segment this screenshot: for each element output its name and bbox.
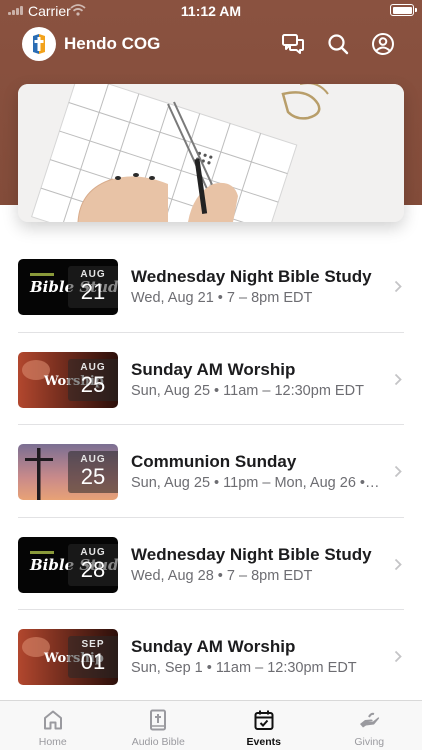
home-icon — [43, 710, 62, 730]
chevron-right-icon — [394, 373, 402, 385]
status-bar: Carrier 11:12 AM — [0, 0, 422, 22]
church-logo[interactable] — [22, 27, 56, 61]
tab-label: Events — [246, 736, 281, 748]
event-date-badge: SEP 01 — [68, 636, 118, 678]
event-datetime: Wed, Aug 28 • 7 – 8pm EDT — [131, 567, 313, 584]
event-datetime: Sun, Sep 1 • 11am – 12:30pm EDT — [131, 660, 357, 676]
event-date-badge: AUG 28 — [68, 543, 118, 586]
event-day: 01 — [80, 649, 106, 674]
event-item[interactable]: AUG 25 Communion Sunday Sun, Aug 25 • 11… — [0, 425, 422, 518]
event-title: Sunday AM Worship — [131, 637, 296, 656]
event-title: Sunday AM Worship — [131, 359, 296, 379]
event-thumbnail: Bible Study AUG 21 — [18, 259, 118, 315]
event-day: 25 — [80, 464, 106, 489]
event-item[interactable]: Worship SEP 01 Sunday AM Worship Sun, Se… — [0, 610, 422, 703]
clock: 11:12 AM — [180, 3, 242, 19]
event-item[interactable]: Bible Study AUG 21 Wednesday Night Bible… — [0, 240, 422, 333]
tab-label: Home — [38, 736, 67, 748]
giving-hand-icon — [360, 712, 380, 728]
event-datetime: Wed, Aug 21 • 7 – 8pm EDT — [131, 290, 313, 306]
calendar-icon — [254, 710, 274, 730]
tab-audio-bible[interactable]: Audio Bible — [106, 701, 212, 750]
search-icon[interactable] — [326, 32, 350, 56]
event-date-badge: AUG 21 — [68, 266, 118, 308]
event-day: 21 — [80, 279, 106, 304]
event-title: Wednesday Night Bible Study — [131, 267, 372, 286]
events-list: Bible Study AUG 21 Wednesday Night Bible… — [0, 240, 422, 703]
event-month: AUG — [80, 361, 106, 373]
event-day: 28 — [80, 556, 106, 582]
app-header: Hendo COG — [0, 22, 422, 66]
event-month: AUG — [80, 546, 106, 558]
bible-icon — [150, 709, 167, 731]
tab-giving[interactable]: Giving — [317, 701, 422, 750]
event-date-badge: AUG 25 — [68, 451, 118, 493]
chevron-right-icon — [394, 280, 402, 293]
event-title: Communion Sunday — [131, 452, 297, 471]
event-item[interactable]: Worship AUG 25 Sunday AM Worship Sun, Au… — [0, 333, 422, 425]
event-date-badge: AUG 25 — [68, 358, 118, 401]
tab-events[interactable]: Events — [211, 701, 317, 750]
profile-icon[interactable] — [371, 32, 395, 56]
tab-bar: Home Audio Bible Events Giving — [0, 700, 422, 750]
chevron-right-icon — [394, 650, 402, 663]
event-thumbnail: Worship SEP 01 — [18, 629, 118, 685]
tab-label: Giving — [354, 736, 385, 748]
event-thumbnail: AUG 25 — [18, 444, 118, 500]
event-day: 25 — [80, 371, 106, 397]
event-thumbnail: Worship AUG 25 — [18, 351, 118, 408]
app-title: Hendo COG — [64, 34, 161, 53]
battery-icon — [390, 4, 417, 16]
hero-image — [18, 84, 404, 222]
event-item[interactable]: Bible Study AUG 28 Wednesday Night Bible… — [0, 518, 422, 610]
event-datetime: Sun, Aug 25 • 11pm – Mon, Aug 26 • 1am E… — [131, 475, 381, 491]
messages-icon[interactable] — [281, 32, 305, 56]
chevron-right-icon — [394, 465, 402, 478]
event-datetime: Sun, Aug 25 • 11am – 12:30pm EDT — [131, 382, 364, 399]
event-thumbnail: Bible Study AUG 28 — [18, 536, 118, 593]
tab-home[interactable]: Home — [0, 701, 106, 750]
tab-label: Audio Bible — [131, 736, 185, 748]
chevron-right-icon — [394, 558, 402, 570]
event-title: Wednesday Night Bible Study — [131, 544, 372, 564]
